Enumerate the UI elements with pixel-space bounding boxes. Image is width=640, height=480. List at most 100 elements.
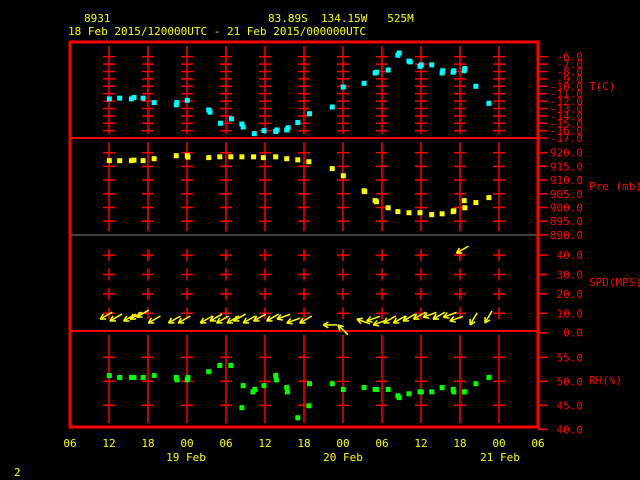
y-tick-label: 40.0 — [557, 423, 584, 436]
pressure-point — [486, 195, 492, 201]
x-tick-label: 06 — [219, 437, 232, 450]
pressure-point — [461, 198, 467, 204]
rh-point — [406, 391, 412, 397]
rh-point — [252, 386, 258, 392]
temperature-point — [184, 97, 190, 103]
rh-point — [151, 373, 157, 379]
temperature-point — [451, 68, 457, 74]
y-tick-label: 45.0 — [557, 399, 584, 412]
rh-point — [418, 389, 424, 395]
rh-point — [273, 377, 279, 383]
rh-point — [217, 362, 223, 368]
temperature-point — [407, 59, 413, 65]
temperature-point — [307, 111, 312, 117]
rh-point — [239, 405, 245, 411]
rh-point — [361, 385, 367, 391]
pressure-point — [373, 199, 379, 205]
rh-point — [284, 389, 290, 395]
wind-arrow — [366, 315, 381, 323]
wind-arrow — [265, 313, 280, 322]
station-id: 8931 — [84, 12, 111, 25]
y-tick-label: 910.0 — [550, 174, 583, 187]
pressure-point — [362, 189, 368, 195]
rh-point — [329, 381, 335, 387]
rh-point — [206, 369, 212, 375]
rh-point — [273, 373, 279, 379]
pressure-point — [185, 154, 191, 160]
temperature-point — [329, 104, 335, 110]
x-tick-label: 00 — [492, 437, 505, 450]
pressure-point — [228, 154, 234, 160]
rh-point — [340, 386, 346, 392]
pressure-point — [439, 211, 445, 217]
pressure-point — [462, 205, 468, 211]
station-location: 83.89S 134.15W 525M — [268, 12, 414, 25]
wind-arrow — [449, 315, 464, 323]
rh-point — [486, 374, 492, 380]
temperature-point — [229, 116, 234, 122]
x-tick-label: 06 — [63, 437, 76, 450]
temperature-point — [462, 66, 468, 72]
date-label: 19 Feb — [166, 451, 206, 464]
rh-point — [284, 385, 290, 391]
wind-arrow — [109, 313, 123, 322]
temperature-point — [285, 125, 291, 131]
wind-arrow — [299, 315, 313, 324]
pressure-point — [295, 157, 301, 163]
temperature-point — [174, 100, 180, 106]
wind-arrow — [484, 310, 493, 324]
wind-arrow — [252, 313, 267, 322]
rh-point — [185, 374, 191, 380]
y-tick-label: 10.0 — [557, 307, 584, 320]
wind-arrow-head — [423, 316, 430, 319]
wind-arrow-head — [366, 320, 373, 323]
rh-point — [429, 389, 435, 395]
temperature-point — [117, 95, 123, 101]
temperature-point — [486, 100, 492, 106]
x-tick-label: 06 — [531, 437, 544, 450]
y-tick-label: 20.0 — [557, 288, 584, 301]
rh-point — [307, 381, 312, 387]
rh-point — [240, 383, 246, 389]
y-tick-label: 40.0 — [557, 249, 584, 262]
pressure-point — [239, 154, 245, 160]
rh-point — [396, 395, 402, 401]
temperature-point — [274, 127, 280, 133]
pressure-point — [429, 212, 435, 218]
temperature-point — [106, 96, 112, 102]
rh-point — [306, 403, 312, 409]
temperature-point — [418, 62, 424, 68]
x-tick-label: 12 — [258, 437, 271, 450]
wind-arrow — [322, 321, 338, 329]
rh-point — [228, 362, 234, 368]
rh-point — [174, 377, 180, 383]
rh-point — [117, 374, 123, 380]
rh-point — [261, 383, 267, 389]
rh-point — [140, 374, 146, 380]
pressure-point — [340, 173, 346, 179]
wind-arrow — [147, 315, 161, 324]
wind-arrow-head — [356, 317, 363, 320]
rh-point — [131, 374, 137, 380]
chart-canvas: -6.0-7.0-8.0-9.0-10.0-11.0-12.0-13.0-14.… — [14, 12, 640, 479]
sounding-timeseries-chart: -6.0 -7.0 -8.0 -9.0 -10.0 -11.0 -12.0 -13.0 -14.… — [0, 0, 640, 480]
temperature-point — [440, 68, 446, 74]
temperature-point — [429, 62, 435, 68]
rh-point — [473, 381, 479, 387]
pressure-point — [206, 155, 212, 161]
y-tick-label: 55.0 — [557, 351, 584, 364]
wind-arrow-head — [443, 316, 450, 319]
temperature-point — [140, 95, 146, 101]
wind-arrow — [276, 313, 291, 321]
y-tick-label: 0.0 — [563, 327, 583, 340]
wind-arrow — [469, 312, 478, 326]
date-label: 20 Feb — [323, 451, 363, 464]
y-tick-label: 905.0 — [550, 188, 583, 201]
temperature-point — [251, 131, 257, 137]
pressure-point — [329, 166, 335, 172]
panel-title: T(C) — [589, 80, 616, 93]
y-tick-label: 890.0 — [550, 229, 583, 242]
pressure-point — [117, 158, 123, 164]
rh-point — [439, 385, 445, 391]
temperature-point — [151, 100, 157, 106]
